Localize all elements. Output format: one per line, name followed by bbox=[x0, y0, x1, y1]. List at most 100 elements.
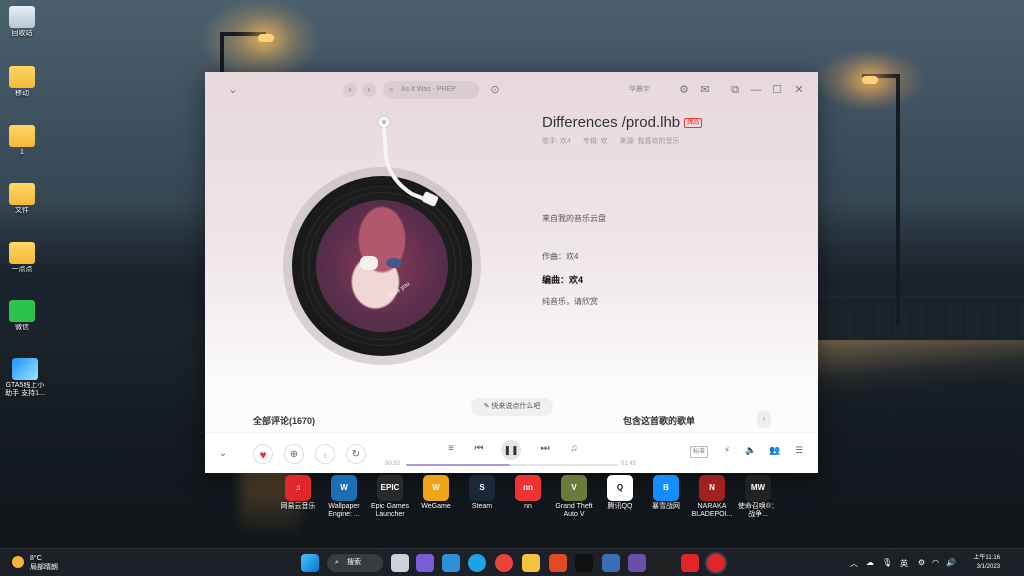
tray-overflow-chevron-icon[interactable]: ︿ bbox=[850, 558, 858, 569]
wifi-icon[interactable]: ◠ bbox=[932, 558, 939, 567]
lyrics-toggle-icon[interactable]: ♫ bbox=[564, 439, 584, 459]
settings-gear-icon[interactable]: ⚙ bbox=[676, 82, 692, 98]
task-view-icon[interactable] bbox=[391, 554, 409, 572]
collapse-player-icon[interactable]: ⌄ bbox=[213, 444, 233, 464]
app-label: Epic Games Launcher bbox=[370, 503, 410, 518]
write-comment-label: 快来说点什么吧 bbox=[491, 403, 541, 410]
forward-button[interactable]: › bbox=[362, 83, 376, 97]
listen-together-icon[interactable]: 👥 bbox=[766, 445, 784, 456]
app-icon-nn[interactable]: nn nn bbox=[507, 475, 549, 511]
write-comment-button[interactable]: ✎ 快来说点什么吧 bbox=[471, 398, 553, 416]
next-track-icon[interactable]: ⏭ bbox=[535, 439, 555, 459]
search-input[interactable]: ⌕ As It Was - PREP bbox=[383, 81, 479, 99]
desktop-icon-wechat[interactable]: 微信 bbox=[4, 300, 40, 332]
share-icon[interactable]: ↻ bbox=[346, 444, 366, 464]
song-album-link[interactable]: 专辑: 欢 bbox=[583, 138, 608, 145]
collapse-chevron-icon[interactable]: ⌄ bbox=[225, 82, 241, 98]
clock-time: 上午11:16 bbox=[973, 555, 1000, 561]
app-icon-epic-games[interactable]: EPIC Epic Games Launcher bbox=[369, 475, 411, 519]
desktop-icon-label: GTA5线上小助手 支持1... bbox=[5, 382, 45, 397]
app-icon-wegame[interactable]: W WeGame bbox=[415, 475, 457, 511]
sound-effect-icon[interactable]: ⚡ bbox=[718, 445, 736, 456]
volume-icon[interactable]: 🔈 bbox=[742, 445, 760, 456]
app-icon-wallpaper-engine[interactable]: W Wallpaper Engine: ... bbox=[323, 475, 365, 519]
lyric-line: 纯音乐，请欣赏 bbox=[542, 297, 598, 306]
maximize-button[interactable]: ☐ bbox=[769, 82, 785, 98]
clock-date: 3/1/2023 bbox=[976, 564, 1000, 570]
input-method-indicator[interactable]: 英 bbox=[900, 558, 908, 569]
song-source-link[interactable]: 来源: 我喜欢的音乐 bbox=[620, 138, 680, 145]
close-button[interactable]: ✕ bbox=[791, 82, 807, 98]
all-comments-heading[interactable]: 全部评论(1670) bbox=[253, 414, 315, 427]
app-icon-steam[interactable]: S Steam bbox=[461, 475, 503, 511]
voice-search-icon[interactable]: ⊙ bbox=[487, 82, 503, 98]
app-icon-call-of-duty[interactable]: MW 使命召唤®：战争... bbox=[737, 475, 779, 519]
desktop-icon[interactable] bbox=[442, 554, 460, 572]
qq-penguin-icon: Q bbox=[607, 475, 633, 501]
mini-mode-icon[interactable]: ⧉ bbox=[727, 82, 743, 98]
app-taskbar-icon[interactable] bbox=[628, 554, 646, 572]
app-icon-qq[interactable]: Q 腾讯QQ bbox=[599, 475, 641, 511]
cover-text: I love you bbox=[386, 281, 412, 301]
file-explorer-icon[interactable] bbox=[522, 554, 540, 572]
epic-games-icon: EPIC bbox=[377, 475, 403, 501]
progress-bar[interactable] bbox=[406, 464, 618, 466]
bilibili-icon[interactable] bbox=[602, 554, 620, 572]
game-taskbar-icon[interactable] bbox=[655, 554, 673, 572]
minimize-button[interactable]: — bbox=[748, 82, 764, 98]
folder-icon bbox=[9, 125, 35, 147]
app-label: 使命召唤®：战争... bbox=[737, 503, 779, 518]
weather-temperature: 8°C bbox=[30, 555, 42, 562]
naraka-icon: N bbox=[699, 475, 725, 501]
song-singer-link[interactable]: 歌手: 欢4 bbox=[542, 138, 571, 145]
red-app-taskbar-icon[interactable] bbox=[681, 554, 699, 572]
search-icon: ⌕ bbox=[389, 85, 394, 94]
app-label: Steam bbox=[471, 503, 493, 510]
related-playlists-heading: 包含这首歌的歌单 bbox=[623, 416, 696, 426]
app-icon-netease-music[interactable]: ♫ 网易云音乐 bbox=[277, 475, 319, 511]
chrome-browser-icon[interactable] bbox=[495, 554, 513, 572]
taskbar-search-label: 搜索 bbox=[347, 559, 361, 566]
netease-music-taskbar-icon[interactable] bbox=[707, 554, 725, 572]
app-icon-naraka[interactable]: N NARAKA BLADEPOI... bbox=[691, 475, 733, 519]
ime-settings-icon[interactable]: ⚙ bbox=[918, 558, 925, 567]
expand-chevron-icon[interactable]: › bbox=[757, 410, 771, 428]
desktop-icon-folder[interactable]: 文件 bbox=[4, 183, 40, 215]
system-clock[interactable]: 上午11:16 3/1/2023 bbox=[973, 554, 1000, 572]
app-label: 网易云音乐 bbox=[280, 503, 316, 510]
teams-chat-icon[interactable] bbox=[416, 554, 434, 572]
quality-selector[interactable]: 标准 bbox=[690, 446, 709, 458]
download-icon[interactable]: ⤓ bbox=[315, 444, 335, 464]
add-to-playlist-icon[interactable]: ⊕ bbox=[284, 444, 304, 464]
time-total: 01:45 bbox=[621, 461, 637, 467]
desktop-icon-gta-helper[interactable]: GTA5线上小助手 支持1... bbox=[4, 358, 46, 400]
like-heart-icon[interactable]: ♥ bbox=[253, 444, 273, 464]
app-label: NARAKA BLADEPOI... bbox=[691, 503, 733, 518]
pause-button[interactable]: ❚❚ bbox=[501, 440, 521, 460]
office-icon[interactable] bbox=[549, 554, 567, 572]
cover-art-eye bbox=[386, 258, 402, 268]
desktop-icon-recycle-bin[interactable]: 回收站 bbox=[4, 6, 40, 38]
taskbar-search[interactable]: ⌕ 搜索 bbox=[327, 554, 383, 572]
desktop-icon-folder[interactable]: 移动 bbox=[4, 66, 40, 98]
desktop-icon-folder[interactable]: 1 bbox=[4, 125, 40, 157]
previous-track-icon[interactable]: ⏮ bbox=[469, 439, 489, 459]
microphone-icon[interactable]: 🎙 bbox=[882, 558, 892, 567]
back-button[interactable]: ‹ bbox=[343, 83, 357, 97]
titlebar-trending-text[interactable]: 华晨宇 bbox=[629, 84, 650, 94]
play-queue-icon[interactable]: ☰ bbox=[790, 445, 808, 456]
app-icon-battlenet[interactable]: B 暴雪战网 bbox=[645, 475, 687, 511]
playlist-mode-icon[interactable]: ≡ bbox=[441, 439, 461, 459]
mail-icon[interactable]: ✉ bbox=[697, 82, 713, 98]
app-icon-gta-v[interactable]: V Grand Theft Auto V bbox=[553, 475, 595, 519]
tiktok-icon[interactable] bbox=[575, 554, 593, 572]
speaker-icon[interactable]: 🔊 bbox=[946, 558, 956, 567]
app-label: WeGame bbox=[421, 503, 451, 510]
tray-app-icon[interactable]: ☁ bbox=[866, 558, 874, 567]
edge-browser-icon[interactable] bbox=[468, 554, 486, 572]
weather-widget[interactable]: 8°C 局部晴朗 bbox=[12, 554, 58, 572]
desktop-icon-folder[interactable]: 一点点 bbox=[4, 242, 40, 274]
lyric-line: 来自我的音乐云盘 bbox=[542, 214, 606, 223]
start-windows-icon[interactable] bbox=[301, 554, 319, 572]
netease-music-icon: ♫ bbox=[285, 475, 311, 501]
